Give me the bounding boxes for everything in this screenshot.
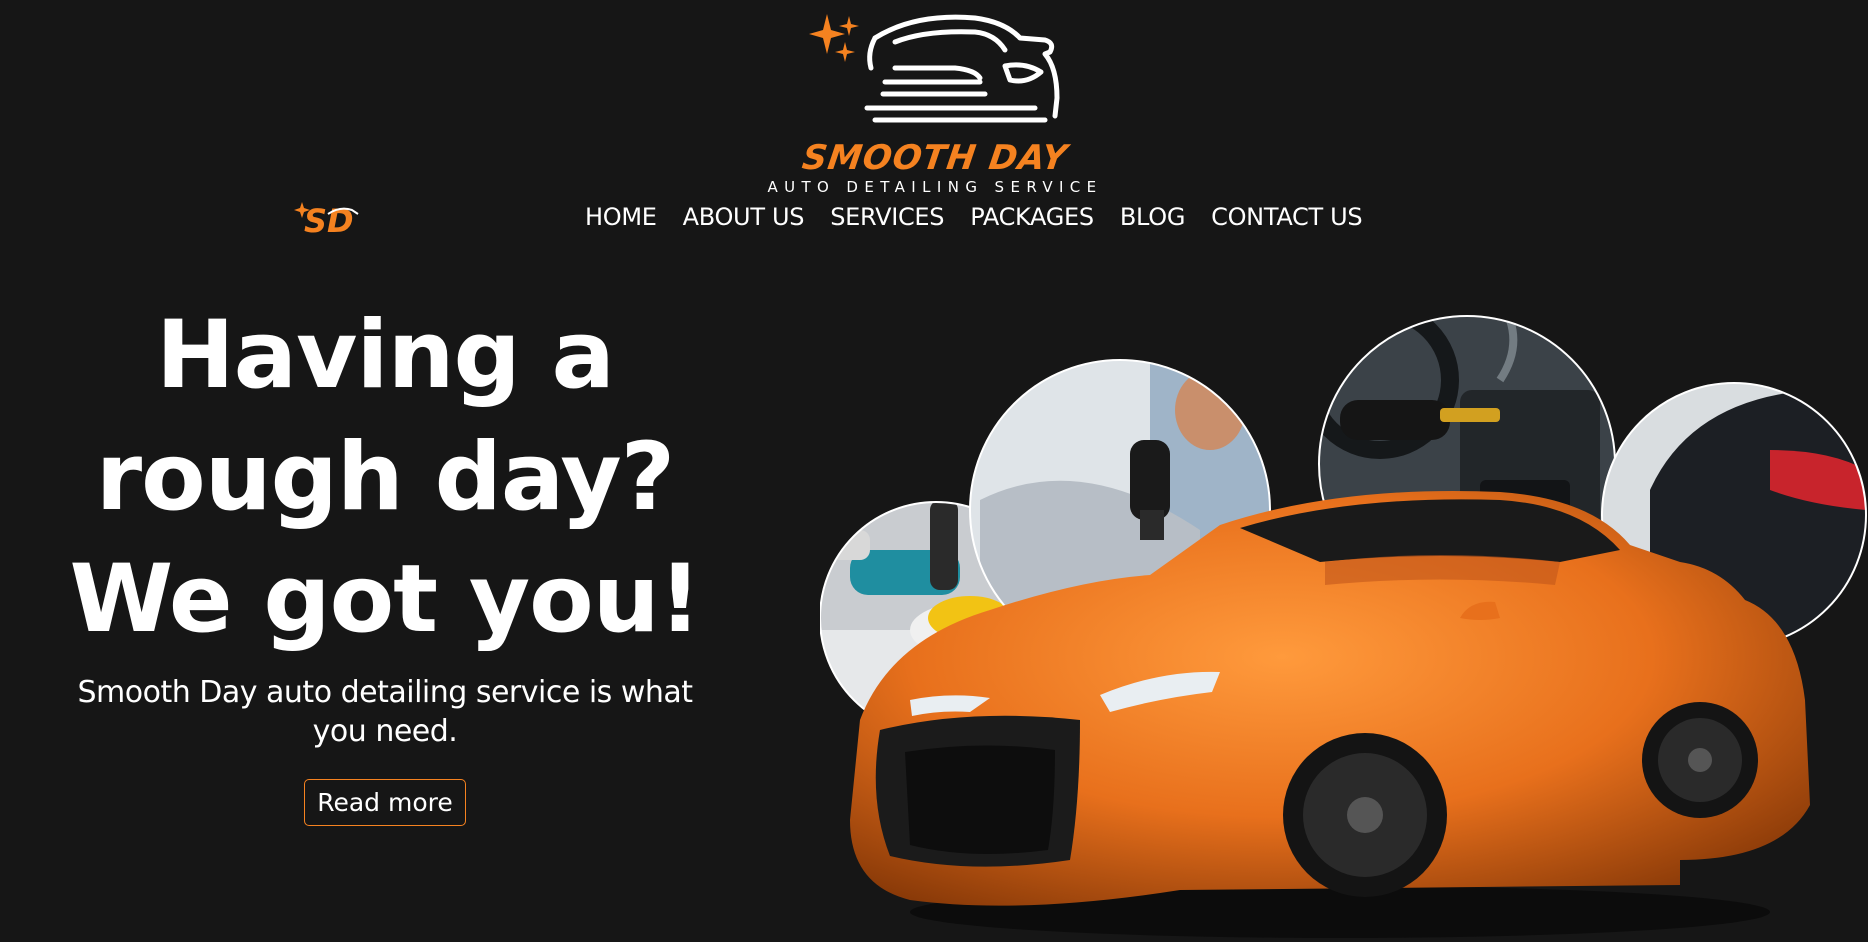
nav-home[interactable]: HOME bbox=[585, 203, 657, 231]
headline-line-2: rough day? bbox=[95, 423, 675, 532]
subhead-line-1: Smooth Day auto detailing service is wha… bbox=[77, 675, 693, 710]
hero-headline: Having a rough day? We got you! bbox=[40, 295, 730, 661]
nav-about-us[interactable]: ABOUT US bbox=[683, 203, 805, 231]
hero-subhead: Smooth Day auto detailing service is wha… bbox=[40, 673, 730, 751]
nav-contact-us[interactable]: CONTACT US bbox=[1211, 203, 1363, 231]
nav-packages[interactable]: PACKAGES bbox=[970, 203, 1094, 231]
read-more-button[interactable]: Read more bbox=[304, 779, 466, 826]
hero-image bbox=[820, 315, 1867, 938]
nav-blog[interactable]: BLOG bbox=[1120, 203, 1186, 231]
headline-line-1: Having a bbox=[156, 301, 615, 410]
sd-monogram-icon[interactable]: SD bbox=[292, 200, 384, 236]
nav-services[interactable]: SERVICES bbox=[830, 203, 944, 231]
headline-line-3: We got you! bbox=[69, 545, 702, 654]
brand-tagline: AUTO DETAILING SERVICE bbox=[767, 178, 1103, 196]
hero-text: Having a rough day? We got you! Smooth D… bbox=[40, 295, 730, 826]
subhead-line-2: you need. bbox=[312, 714, 458, 749]
main-nav: HOME ABOUT US SERVICES PACKAGES BLOG CON… bbox=[585, 203, 1388, 231]
brand-name: SMOOTH DAY bbox=[799, 138, 1071, 178]
car-sparkle-logo-icon bbox=[809, 14, 1060, 123]
header-logo[interactable]: SMOOTH DAY AUTO DETAILING SERVICE bbox=[755, 8, 1115, 196]
svg-text:SD: SD bbox=[304, 202, 354, 236]
